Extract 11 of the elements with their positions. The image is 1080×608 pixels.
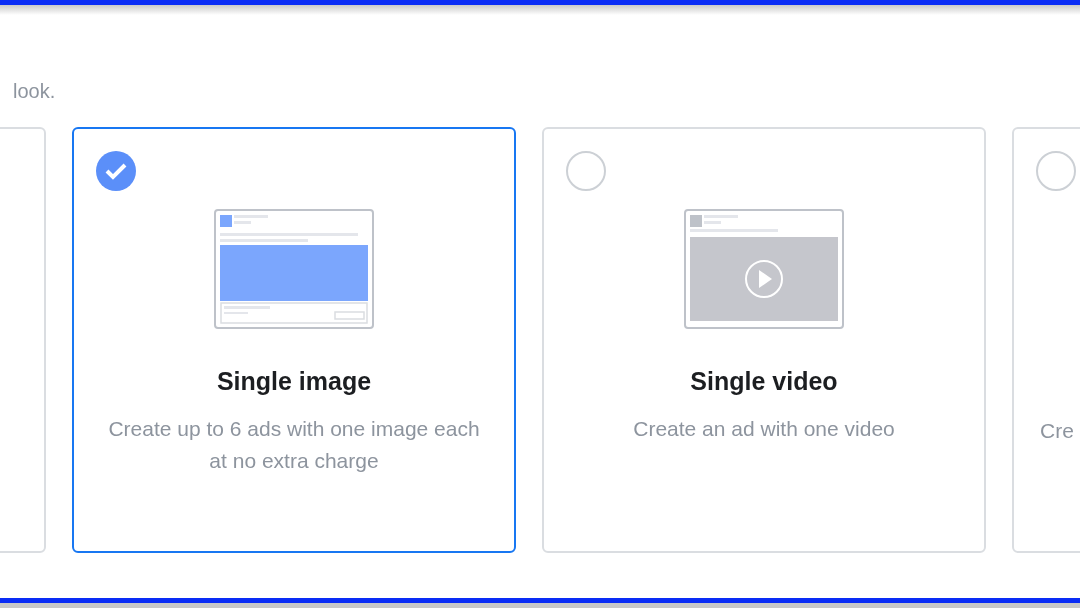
checked-radio-icon[interactable] [96, 151, 136, 191]
radio-icon[interactable] [1036, 151, 1076, 191]
radio-icon[interactable] [566, 151, 606, 191]
ad-format-card[interactable]: Single image Create up to 6 ads with one image each at no extra charge [72, 127, 516, 553]
ad-format-card[interactable]: Single video Create an ad with one video [542, 127, 986, 553]
card-description: Cre [1039, 418, 1074, 444]
card-title: Single video [690, 366, 838, 397]
card-title: Single image [216, 366, 372, 397]
card-description: Create up to 6 ads with one image each at no extra charge [107, 416, 481, 474]
card-description: Create an ad with one video [632, 416, 896, 442]
intro-text: look. [13, 79, 57, 104]
